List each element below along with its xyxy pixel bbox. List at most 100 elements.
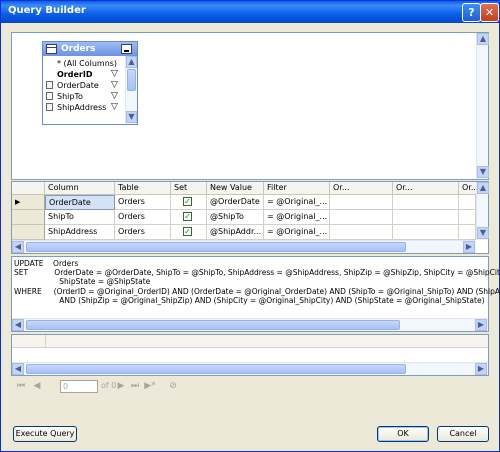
grid-corner	[12, 182, 45, 195]
scroll-down-icon[interactable]: ▼	[477, 166, 489, 178]
results-pane[interactable]: ◀ ▶	[11, 334, 489, 376]
set-cell[interactable]: ✓	[171, 225, 207, 240]
column-header-new-value[interactable]: New Value	[207, 182, 264, 195]
table-column-item[interactable]: OrderDate ▽	[43, 80, 127, 91]
sql-line[interactable]: UPDATE Orders	[14, 259, 78, 268]
previous-record-icon[interactable]: ◀	[31, 380, 43, 392]
output-checkbox-icon[interactable]	[46, 92, 53, 100]
row-selector[interactable]: ▶	[12, 195, 45, 210]
grid-cell-column[interactable]: OrderDate	[45, 195, 115, 210]
column-header-filter[interactable]: Filter	[264, 182, 330, 195]
set-checkbox[interactable]: ✓	[183, 227, 192, 236]
scroll-up-icon[interactable]: ▲	[477, 33, 489, 45]
grid-cell-or[interactable]	[459, 195, 476, 210]
first-record-icon[interactable]: ⏮	[15, 380, 27, 392]
grid-cell-column[interactable]: ShipTo	[45, 210, 115, 225]
grid-cell-or[interactable]	[330, 225, 393, 240]
scroll-down-icon[interactable]: ▼	[477, 227, 489, 239]
grid-cell-or[interactable]	[330, 195, 393, 210]
table-column-label: ShipAddress	[57, 103, 107, 112]
row-selector[interactable]	[12, 225, 45, 240]
output-checkbox-icon[interactable]	[46, 81, 53, 89]
grid-cell-or[interactable]	[459, 210, 476, 225]
grid-cell-table[interactable]: Orders	[115, 225, 171, 240]
results-hscrollbar[interactable]: ◀ ▶	[12, 362, 488, 375]
scroll-right-icon[interactable]: ▶	[475, 363, 487, 375]
grid-cell-new-value[interactable]: @ShipAddr...	[207, 225, 264, 240]
scroll-up-icon[interactable]: ▲	[477, 182, 489, 194]
sql-line[interactable]: ShipState = @ShipState	[14, 277, 150, 286]
next-record-icon[interactable]: ▶	[115, 380, 127, 392]
scroll-right-icon[interactable]: ▶	[463, 241, 475, 253]
grid-hscrollbar[interactable]: ◀ ▶	[12, 240, 476, 253]
grid-cell-new-value[interactable]: @OrderDate	[207, 195, 264, 210]
table-box-scrollbar[interactable]: ▲ ▼	[125, 56, 137, 124]
table-column-item[interactable]: * (All Columns)	[43, 58, 127, 69]
set-cell[interactable]: ✓	[171, 210, 207, 225]
grid-cell-filter[interactable]: = @Original_...	[264, 210, 330, 225]
grid-cell-column[interactable]: ShipAddress	[45, 225, 115, 240]
diagram-vscrollbar[interactable]: ▲ ▼	[476, 33, 489, 179]
record-navigator: ⏮ ◀ 0 of 0 ▶ ⏭ ▶* ⊘	[11, 378, 489, 395]
output-checkbox-icon[interactable]	[46, 103, 53, 111]
table-column-item[interactable]: ShipAddress ▽	[43, 102, 127, 113]
column-header-or-3[interactable]: Or...	[459, 182, 478, 195]
table-column-label: ShipTo	[57, 92, 83, 101]
scroll-left-icon[interactable]: ◀	[12, 241, 24, 253]
set-cell[interactable]: ✓	[171, 195, 207, 210]
criteria-grid[interactable]: Column Table Set New Value Filter Or... …	[11, 181, 489, 254]
column-header-set[interactable]: Set	[171, 182, 207, 195]
column-header-or-1[interactable]: Or...	[330, 182, 393, 195]
grid-cell-filter[interactable]: = @Original_...	[264, 225, 330, 240]
title-bar[interactable]: Query Builder ? ✕	[1, 1, 499, 23]
grid-cell-table[interactable]: Orders	[115, 195, 171, 210]
grid-cell-table[interactable]: Orders	[115, 210, 171, 225]
scroll-thumb[interactable]	[127, 69, 136, 91]
scroll-thumb[interactable]	[26, 242, 406, 252]
close-button[interactable]: ✕	[480, 3, 499, 22]
record-position-input[interactable]: 0	[60, 380, 98, 393]
scroll-thumb[interactable]	[26, 364, 406, 374]
ok-button[interactable]: OK	[377, 426, 429, 442]
grid-cell-or[interactable]	[459, 225, 476, 240]
last-record-icon[interactable]: ⏭	[129, 380, 141, 392]
scroll-down-icon[interactable]: ▼	[126, 111, 137, 123]
grid-cell-or[interactable]	[393, 210, 459, 225]
cancel-button[interactable]: Cancel	[437, 426, 489, 442]
scroll-up-icon[interactable]: ▲	[126, 56, 137, 68]
grid-cell-filter[interactable]: = @Original_...	[264, 195, 330, 210]
sql-hscrollbar[interactable]: ◀ ▶	[12, 318, 488, 331]
scroll-right-icon[interactable]: ▶	[475, 319, 487, 331]
table-column-label: * (All Columns)	[57, 59, 118, 68]
column-header-or-2[interactable]: Or...	[393, 182, 459, 195]
table-column-item[interactable]: ShipTo ▽	[43, 91, 127, 102]
scroll-left-icon[interactable]: ◀	[12, 363, 24, 375]
ok-label: OK	[397, 429, 409, 438]
set-checkbox[interactable]: ✓	[183, 212, 192, 221]
grid-cell-or[interactable]	[393, 195, 459, 210]
set-checkbox[interactable]: ✓	[183, 197, 192, 206]
grid-cell-or[interactable]	[330, 210, 393, 225]
scroll-thumb[interactable]	[26, 320, 400, 330]
table-box-header[interactable]: Orders	[43, 42, 137, 56]
sql-line[interactable]: WHERE (OrderID = @Original_OrderID) AND …	[14, 287, 500, 296]
minimize-icon[interactable]	[121, 44, 132, 54]
column-header-column[interactable]: Column	[45, 182, 115, 195]
execute-query-button[interactable]: Execute Query	[13, 426, 77, 442]
scroll-left-icon[interactable]: ◀	[12, 319, 24, 331]
grid-cell-new-value[interactable]: @ShipTo	[207, 210, 264, 225]
diagram-pane[interactable]: Orders * (All Columns) OrderID ▽ OrderDate ▽…	[11, 32, 489, 180]
new-record-icon[interactable]: ▶*	[144, 380, 156, 392]
row-selector[interactable]	[12, 210, 45, 225]
sql-pane[interactable]: UPDATE Orders SET OrderDate = @OrderDate…	[11, 256, 500, 332]
table-column-item[interactable]: OrderID ▽	[43, 69, 127, 80]
sql-line[interactable]: AND (ShipZip = @Original_ShipZip) AND (S…	[14, 296, 484, 305]
column-header-table[interactable]: Table	[115, 182, 171, 195]
filter-icon: ▽	[111, 91, 118, 101]
cancel-record-icon[interactable]: ⊘	[167, 380, 179, 392]
grid-vscrollbar[interactable]: ▲ ▼	[476, 182, 489, 240]
sql-line[interactable]: SET OrderDate = @OrderDate, ShipTo = @Sh…	[14, 268, 500, 277]
orders-table-box[interactable]: Orders * (All Columns) OrderID ▽ OrderDate ▽…	[42, 41, 138, 125]
help-button[interactable]: ?	[462, 3, 481, 22]
grid-cell-or[interactable]	[393, 225, 459, 240]
